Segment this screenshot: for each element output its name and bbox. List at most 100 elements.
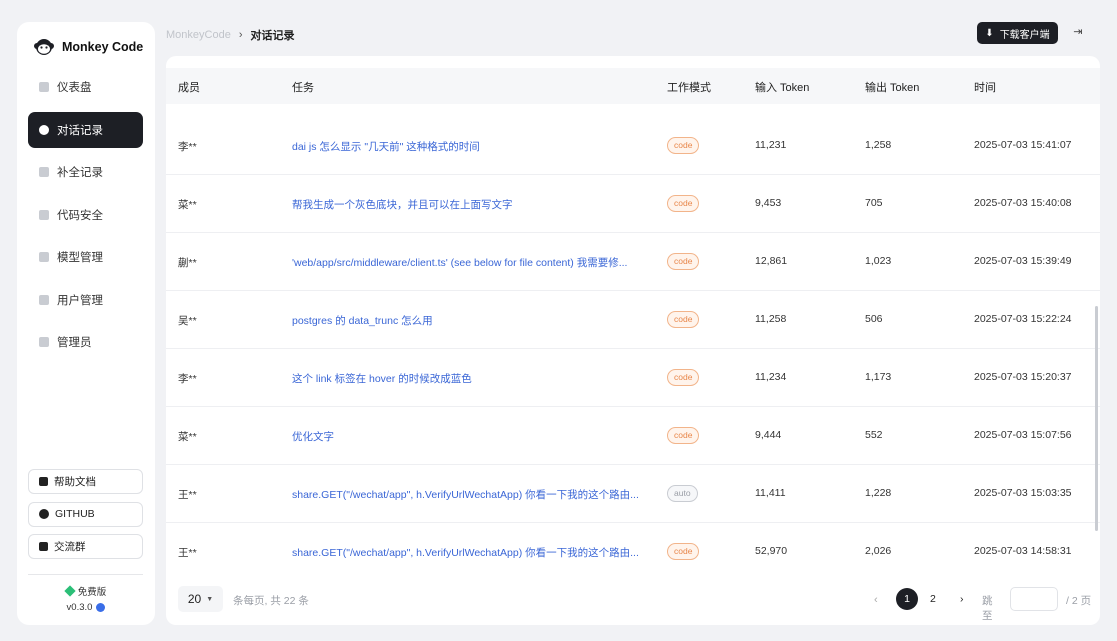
logo[interactable]: Monkey Code <box>33 36 143 58</box>
task-link[interactable]: share.GET("/wechat/app", h.VerifyUrlWech… <box>292 487 639 502</box>
member-cell: 菜** <box>178 431 197 443</box>
user-icon <box>39 337 49 347</box>
mode-badge: code <box>667 543 700 560</box>
github-label: GITHUB <box>55 508 95 520</box>
chevron-down-icon: ▼ <box>206 595 214 603</box>
time-cell: 2025-07-03 15:03:35 <box>974 487 1072 499</box>
breadcrumb-separator: › <box>238 29 243 41</box>
time-cell: 2025-07-03 15:41:07 <box>974 139 1072 151</box>
community-group-button[interactable]: 交流群 <box>28 534 143 559</box>
gem-icon <box>64 585 76 597</box>
column-header-mode: 工作模式 <box>667 82 711 94</box>
mode-badge: auto <box>667 485 698 502</box>
prev-page-button[interactable]: ‹ <box>874 594 878 606</box>
sidebar-item-label: 用户管理 <box>57 294 103 307</box>
input-token-cell: 11,258 <box>755 313 787 325</box>
sidebar-item-user-management[interactable]: 用户管理 <box>28 282 143 318</box>
member-cell: 李** <box>178 373 197 385</box>
table-row[interactable]: 吴** postgres 的 data_trunc 怎么用 code 11,25… <box>166 291 1100 349</box>
task-link[interactable]: 帮我生成一个灰色底块，并且可以在上面写文字 <box>292 197 513 212</box>
breadcrumb: MonkeyCode › 对话记录 <box>166 27 295 43</box>
users-icon <box>39 294 49 305</box>
input-token-cell: 52,970 <box>755 545 788 557</box>
input-token-cell: 11,234 <box>755 371 787 383</box>
breadcrumb-current: 对话记录 <box>250 30 295 42</box>
version-info: 免费版 v0.3.0 <box>17 584 155 613</box>
column-header-input-token: 输入 Token <box>755 82 810 94</box>
column-header-time: 时间 <box>974 82 996 94</box>
sidebar-item-code-security[interactable]: 代码安全 <box>28 197 143 233</box>
book-icon <box>39 477 48 486</box>
community-group-label: 交流群 <box>54 541 86 553</box>
member-cell: 王** <box>178 547 197 559</box>
mode-badge: code <box>667 195 700 212</box>
time-cell: 2025-07-03 14:58:31 <box>974 545 1072 557</box>
time-cell: 2025-07-03 15:40:08 <box>974 197 1072 209</box>
output-token-cell: 552 <box>865 429 883 441</box>
chat-records-panel: 成员 任务 工作模式 输入 Token 输出 Token 时间 李** dai … <box>166 56 1100 625</box>
update-info-icon[interactable] <box>96 603 106 612</box>
github-icon <box>39 509 49 519</box>
task-link[interactable]: dai js 怎么显示 "几天前" 这种格式的时间 <box>292 139 480 154</box>
download-client-button[interactable]: ⬇ 下载客户端 <box>977 22 1058 44</box>
input-token-cell: 11,231 <box>755 139 787 151</box>
sidebar-item-dashboard[interactable]: 仪表盘 <box>28 69 143 105</box>
cube-icon <box>39 252 49 262</box>
page-2-button[interactable]: 2 <box>930 593 936 605</box>
input-token-cell: 9,444 <box>755 429 782 441</box>
sidebar-item-completion-records[interactable]: 补全记录 <box>28 154 143 190</box>
input-token-cell: 12,861 <box>755 255 788 267</box>
output-token-cell: 1,023 <box>865 255 892 267</box>
table-row[interactable]: 李** dai js 怎么显示 "几天前" 这种格式的时间 code 11,23… <box>166 117 1100 175</box>
output-token-cell: 1,258 <box>865 139 892 151</box>
jump-suffix: / 2 页 <box>1066 595 1092 607</box>
document-icon <box>39 167 49 177</box>
page-size-select[interactable]: 20 ▼ <box>178 586 223 612</box>
task-link[interactable]: share.GET("/wechat/app", h.VerifyUrlWech… <box>292 545 639 560</box>
sidebar-links: 帮助文档 GITHUB 交流群 <box>28 469 143 567</box>
sidebar-item-model-management[interactable]: 模型管理 <box>28 239 143 275</box>
sidebar-item-admin[interactable]: 管理员 <box>28 324 143 360</box>
app-name: Monkey Code <box>62 40 144 54</box>
help-docs-label: 帮助文档 <box>54 476 96 488</box>
member-cell: 王** <box>178 489 197 501</box>
table-row[interactable]: 菜** 优化文字 code 9,444 552 2025-07-03 15:07… <box>166 407 1100 465</box>
table-row[interactable]: 李** 这个 link 标签在 hover 的时候改成蓝色 code 11,23… <box>166 349 1100 407</box>
sidebar-item-label: 代码安全 <box>57 209 103 222</box>
task-link[interactable]: 这个 link 标签在 hover 的时候改成蓝色 <box>292 371 472 386</box>
jump-page-input[interactable] <box>1010 587 1058 611</box>
table-scrollbar[interactable] <box>1095 306 1098 531</box>
table-header: 成员 任务 工作模式 输入 Token 输出 Token 时间 <box>166 68 1100 104</box>
mode-badge: code <box>667 369 700 386</box>
breadcrumb-home[interactable]: MonkeyCode <box>166 29 231 41</box>
output-token-cell: 2,026 <box>865 545 892 557</box>
member-cell: 蒯** <box>178 257 197 269</box>
page-size-value: 20 <box>187 592 202 606</box>
table-row[interactable]: 王** share.GET("/wechat/app", h.VerifyUrl… <box>166 523 1100 581</box>
sidebar-item-label: 仪表盘 <box>57 82 92 94</box>
sidebar-item-label: 模型管理 <box>57 252 103 264</box>
github-button[interactable]: GITHUB <box>28 501 143 527</box>
chat-bubble-icon <box>39 124 49 135</box>
task-link[interactable]: 优化文字 <box>292 429 334 444</box>
plan-label: 免费版 <box>77 587 107 598</box>
help-docs-button[interactable]: 帮助文档 <box>28 469 143 494</box>
next-page-button[interactable]: › <box>960 593 964 605</box>
time-cell: 2025-07-03 15:20:37 <box>974 371 1072 383</box>
sidebar-item-chat-records[interactable]: 对话记录 <box>28 111 143 148</box>
table-row[interactable]: 菜** 帮我生成一个灰色底块，并且可以在上面写文字 code 9,453 705… <box>166 175 1100 233</box>
page-1-button[interactable]: 1 <box>896 588 918 610</box>
task-link[interactable]: 'web/app/src/middleware/client.ts' (see … <box>292 255 627 270</box>
mode-badge: code <box>667 427 700 444</box>
column-header-output-token: 输出 Token <box>865 82 920 94</box>
sidebar-item-label: 管理员 <box>57 337 92 349</box>
table-row[interactable]: 王** share.GET("/wechat/app", h.VerifyUrl… <box>166 465 1100 523</box>
table-row[interactable]: 蒯** 'web/app/src/middleware/client.ts' (… <box>166 233 1100 291</box>
logout-icon[interactable]: ⇥ <box>1070 25 1086 41</box>
task-link[interactable]: postgres 的 data_trunc 怎么用 <box>292 313 433 328</box>
time-cell: 2025-07-03 15:22:24 <box>974 313 1072 325</box>
sidebar-divider <box>28 574 143 575</box>
output-token-cell: 705 <box>865 197 883 209</box>
output-token-cell: 1,228 <box>865 487 892 499</box>
column-header-task: 任务 <box>292 82 314 94</box>
